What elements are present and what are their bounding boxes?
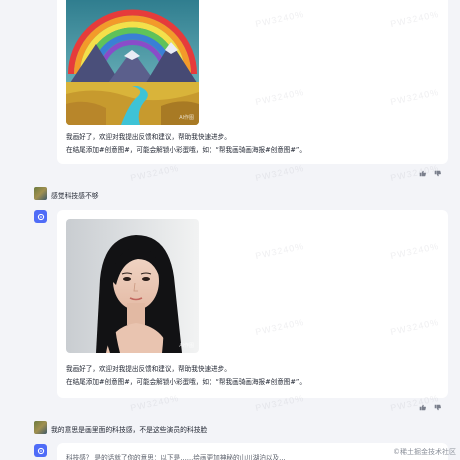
bot-avatar xyxy=(34,444,47,457)
user-avatar xyxy=(34,421,47,434)
bot-avatar xyxy=(34,210,47,223)
generated-image-rainbow[interactable]: AI作图 xyxy=(66,0,199,125)
feedback-actions xyxy=(418,169,442,178)
bot-message-card: 科技感？ 是的话就了你的意思：以下是……绘画更加神秘的山川湖泊以及… xyxy=(57,443,448,460)
assistant-logo-icon xyxy=(37,447,44,454)
watermark: PW3240% xyxy=(129,162,181,184)
bot-reply-partial: 科技感？ 是的话就了你的意思：以下是……绘画更加神秘的山川湖泊以及… xyxy=(66,454,286,460)
generated-image-portrait[interactable]: AI作图 xyxy=(66,219,199,353)
thumbs-down-icon[interactable] xyxy=(433,169,442,178)
thumbs-up-icon[interactable] xyxy=(418,169,427,178)
image-watermark: AI作图 xyxy=(179,115,194,121)
site-watermark: ©稀土掘金技术社区 xyxy=(393,448,456,456)
bot-reply-line-1: 我画好了，欢迎对我提出反馈和建议，帮助我快速进步。 xyxy=(66,133,231,141)
user-message-text: 感觉科技感不够 xyxy=(51,192,99,200)
thumbs-up-icon[interactable] xyxy=(418,403,427,412)
image-watermark: AI作图 xyxy=(179,343,194,349)
user-message-text: 我的意思是画里面的科技感，不是这些演员的科技脸 xyxy=(51,426,208,434)
feedback-actions xyxy=(418,403,442,412)
bot-message-card: AI作图 我画好了，欢迎对我提出反馈和建议，帮助我快速进步。 在结尾添加#创意图… xyxy=(57,210,448,398)
bot-message-card: AI作图 我画好了，欢迎对我提出反馈和建议，帮助我快速进步。 在结尾添加#创意图… xyxy=(57,0,448,164)
user-avatar xyxy=(34,187,47,200)
watermark: PW3240% xyxy=(254,162,306,184)
bot-reply-line-1: 我画好了，欢迎对我提出反馈和建议，帮助我快速进步。 xyxy=(66,365,231,373)
thumbs-down-icon[interactable] xyxy=(433,403,442,412)
bot-reply-line-2: 在结尾添加#创意图#，可能会解锁小彩蛋哦，如：“帮我画骑画海报#创意图#”。 xyxy=(66,146,306,154)
bot-reply-line-2: 在结尾添加#创意图#，可能会解锁小彩蛋哦，如：“帮我画骑画海报#创意图#”。 xyxy=(66,378,306,386)
assistant-logo-icon xyxy=(37,213,44,220)
